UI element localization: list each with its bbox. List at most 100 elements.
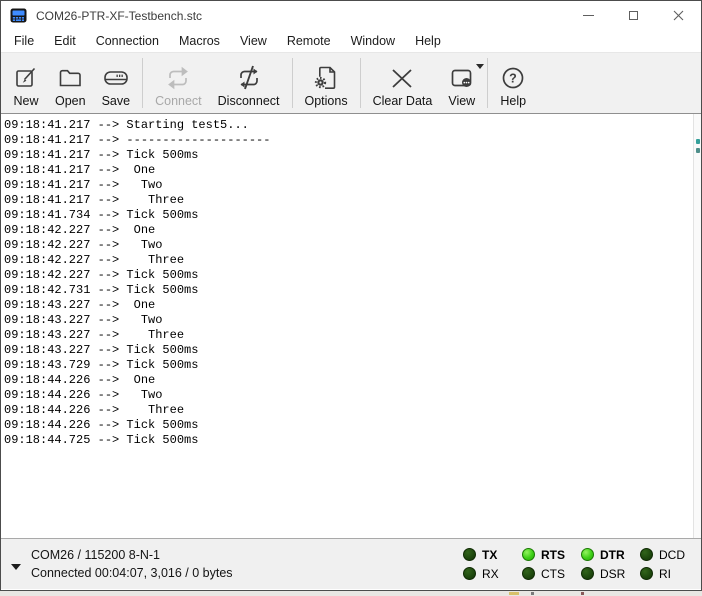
led-label: CTS bbox=[541, 567, 565, 581]
desktop-speck bbox=[531, 592, 534, 595]
terminal-line: 09:18:44.226 --> One bbox=[4, 373, 691, 388]
led-light-icon bbox=[522, 548, 535, 561]
menu-bar: FileEditConnectionMacrosViewRemoteWindow… bbox=[1, 30, 701, 52]
terminal-line: 09:18:41.217 --> Two bbox=[4, 178, 691, 193]
terminal-line: 09:18:44.725 --> Tick 500ms bbox=[4, 433, 691, 448]
connect-button[interactable]: Connect bbox=[147, 55, 210, 111]
terminal-line: 09:18:42.227 --> One bbox=[4, 223, 691, 238]
help-question-icon: ? bbox=[500, 61, 526, 94]
led-ri: RI bbox=[640, 567, 689, 581]
view-window-icon bbox=[449, 61, 475, 94]
help-button[interactable]: ? Help bbox=[492, 55, 534, 111]
toolbar-separator bbox=[360, 58, 361, 108]
terminal-line: 09:18:44.226 --> Tick 500ms bbox=[4, 418, 691, 433]
window-controls bbox=[566, 1, 701, 30]
status-collapse-arrow-icon[interactable] bbox=[11, 564, 21, 570]
app-icon bbox=[10, 7, 28, 25]
terminal-line: 09:18:41.217 --> Tick 500ms bbox=[4, 148, 691, 163]
view-button[interactable]: View bbox=[440, 55, 483, 111]
led-light-icon bbox=[522, 567, 535, 580]
save-button[interactable]: Save bbox=[94, 55, 139, 111]
disconnect-icon bbox=[235, 61, 263, 94]
open-button[interactable]: Open bbox=[47, 55, 94, 111]
menu-item-remote[interactable]: Remote bbox=[277, 34, 341, 48]
led-label: TX bbox=[482, 548, 497, 562]
led-label: DSR bbox=[600, 567, 625, 581]
disconnect-label: Disconnect bbox=[218, 94, 280, 108]
minimize-button[interactable] bbox=[566, 1, 611, 30]
app-window: COM26-PTR-XF-Testbench.stc FileEditConne… bbox=[0, 0, 702, 591]
led-light-icon bbox=[581, 548, 594, 561]
led-label: RI bbox=[659, 567, 671, 581]
close-icon bbox=[673, 10, 684, 21]
terminal-line: 09:18:41.217 --> One bbox=[4, 163, 691, 178]
menu-item-window[interactable]: Window bbox=[341, 34, 405, 48]
options-gear-document-icon bbox=[313, 61, 339, 94]
led-tx: TX bbox=[463, 548, 512, 562]
terminal-line: 09:18:42.227 --> Three bbox=[4, 253, 691, 268]
minimize-icon bbox=[583, 15, 594, 16]
terminal-line: 09:18:41.217 --> Three bbox=[4, 193, 691, 208]
svg-text:?: ? bbox=[509, 71, 517, 85]
scroll-marker bbox=[696, 148, 700, 153]
terminal-line: 09:18:43.227 --> Three bbox=[4, 328, 691, 343]
connection-status: COM26 / 115200 8-N-1 Connected 00:04:07,… bbox=[31, 546, 233, 582]
disconnect-button[interactable]: Disconnect bbox=[210, 55, 288, 111]
status-bar: COM26 / 115200 8-N-1 Connected 00:04:07,… bbox=[1, 539, 701, 589]
save-drive-icon bbox=[102, 61, 130, 94]
maximize-icon bbox=[629, 11, 638, 20]
clear-data-label: Clear Data bbox=[373, 94, 433, 108]
scroll-marker bbox=[696, 139, 700, 144]
led-light-icon bbox=[581, 567, 594, 580]
maximize-button[interactable] bbox=[611, 1, 656, 30]
clear-data-x-icon bbox=[390, 61, 414, 94]
menu-item-connection[interactable]: Connection bbox=[86, 34, 169, 48]
led-light-icon bbox=[463, 567, 476, 580]
led-light-icon bbox=[640, 548, 653, 561]
terminal-line: 09:18:41.217 --> -------------------- bbox=[4, 133, 691, 148]
led-rts: RTS bbox=[522, 548, 571, 562]
led-light-icon bbox=[640, 567, 653, 580]
menu-item-view[interactable]: View bbox=[230, 34, 277, 48]
menu-item-file[interactable]: File bbox=[4, 34, 44, 48]
view-dropdown-caret-icon bbox=[476, 64, 484, 69]
led-grid: TXRXRTSCTSDTRDSRDCDRI bbox=[463, 546, 689, 582]
connect-label: Connect bbox=[155, 94, 202, 108]
terminal-scrollbar[interactable] bbox=[693, 114, 701, 538]
open-label: Open bbox=[55, 94, 86, 108]
menu-item-edit[interactable]: Edit bbox=[44, 34, 86, 48]
led-label: DCD bbox=[659, 548, 685, 562]
terminal-line: 09:18:41.217 --> Starting test5... bbox=[4, 118, 691, 133]
terminal-line: 09:18:44.226 --> Two bbox=[4, 388, 691, 403]
toolbar-separator bbox=[487, 58, 488, 108]
led-dsr: DSR bbox=[581, 567, 630, 581]
led-cts: CTS bbox=[522, 567, 571, 581]
led-rx: RX bbox=[463, 567, 512, 581]
terminal-output: 09:18:41.217 --> Starting test5...09:18:… bbox=[4, 118, 691, 448]
terminal-line: 09:18:42.227 --> Tick 500ms bbox=[4, 268, 691, 283]
led-dcd: DCD bbox=[640, 548, 689, 562]
options-button[interactable]: Options bbox=[297, 55, 356, 111]
menu-item-help[interactable]: Help bbox=[405, 34, 451, 48]
menu-item-macros[interactable]: Macros bbox=[169, 34, 230, 48]
new-label: New bbox=[13, 94, 38, 108]
window-title: COM26-PTR-XF-Testbench.stc bbox=[36, 9, 202, 23]
port-settings-text: COM26 / 115200 8-N-1 bbox=[31, 546, 233, 564]
led-label: RTS bbox=[541, 548, 565, 562]
clear-data-button[interactable]: Clear Data bbox=[365, 55, 441, 111]
save-label: Save bbox=[102, 94, 131, 108]
view-label: View bbox=[448, 94, 475, 108]
help-label: Help bbox=[500, 94, 526, 108]
desktop-speck bbox=[581, 592, 584, 595]
toolbar: New Open Save bbox=[1, 52, 701, 113]
terminal-line: 09:18:43.227 --> Tick 500ms bbox=[4, 343, 691, 358]
terminal-line: 09:18:42.731 --> Tick 500ms bbox=[4, 283, 691, 298]
close-button[interactable] bbox=[656, 1, 701, 30]
desktop-strip bbox=[0, 591, 702, 596]
connection-info-text: Connected 00:04:07, 3,016 / 0 bytes bbox=[31, 564, 233, 582]
terminal-line: 09:18:42.227 --> Two bbox=[4, 238, 691, 253]
desktop-speck bbox=[509, 592, 519, 595]
new-button[interactable]: New bbox=[5, 55, 47, 111]
new-icon bbox=[13, 61, 39, 94]
terminal-panel[interactable]: 09:18:41.217 --> Starting test5...09:18:… bbox=[1, 113, 701, 539]
